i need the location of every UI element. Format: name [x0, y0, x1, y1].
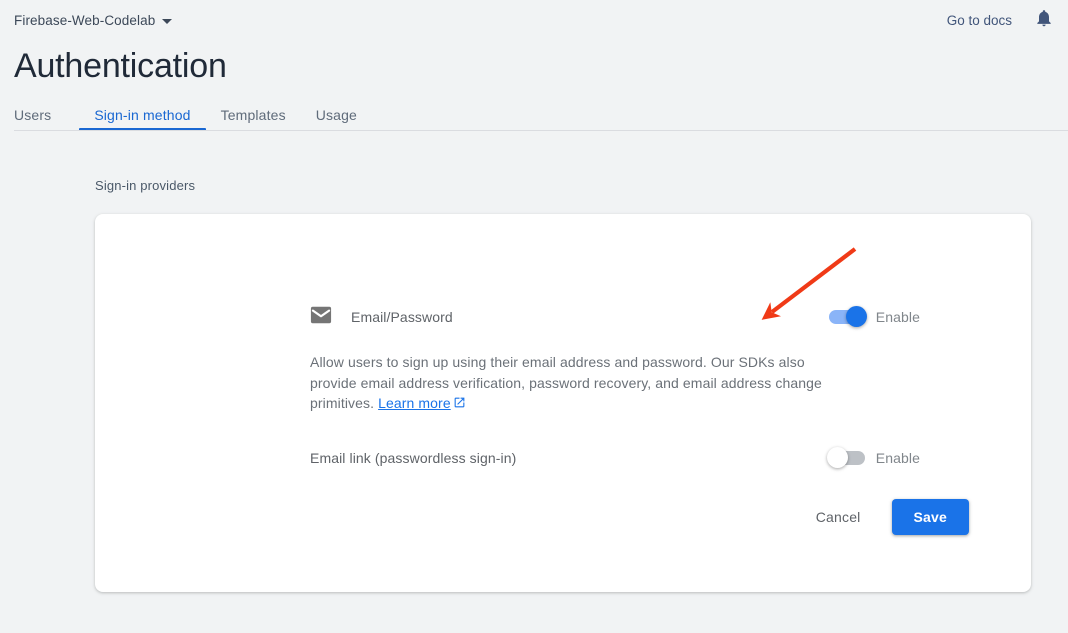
email-password-row: Email/Password Enable [310, 303, 920, 331]
tab-usage[interactable]: Usage [301, 100, 372, 130]
tab-bar: Users Sign-in method Templates Usage [14, 100, 1054, 131]
top-bar-right: Go to docs [947, 8, 1054, 33]
top-bar: Firebase-Web-Codelab Go to docs [0, 0, 1068, 40]
toggle-knob [846, 306, 867, 327]
email-password-provider-name: Email/Password [351, 309, 453, 325]
email-password-enable-label: Enable [876, 309, 920, 325]
email-link-toggle-group: Enable [829, 450, 920, 466]
email-password-description: Allow users to sign up using their email… [310, 352, 825, 415]
toggle-knob [827, 447, 848, 468]
card-actions: Cancel Save [808, 499, 969, 535]
chevron-down-icon [162, 19, 172, 24]
email-link-enable-toggle[interactable] [829, 451, 865, 465]
email-link-row: Email link (passwordless sign-in) Enable [310, 444, 920, 472]
tab-templates[interactable]: Templates [206, 100, 301, 130]
sign-in-providers-card: Email/Password Enable Allow users to sig… [95, 214, 1031, 592]
email-password-toggle-group: Enable [829, 309, 920, 325]
page-title: Authentication [14, 46, 227, 86]
tab-users[interactable]: Users [14, 100, 66, 130]
email-envelope-icon [310, 304, 332, 331]
go-to-docs-link[interactable]: Go to docs [947, 13, 1012, 28]
email-password-enable-toggle[interactable] [829, 310, 865, 324]
project-name: Firebase-Web-Codelab [14, 13, 155, 28]
save-button[interactable]: Save [892, 499, 970, 535]
tab-divider [14, 130, 1068, 131]
sign-in-providers-label: Sign-in providers [95, 178, 195, 193]
notification-bell-icon[interactable] [1034, 8, 1054, 33]
tab-sign-in-method[interactable]: Sign-in method [79, 100, 205, 130]
email-link-enable-label: Enable [876, 450, 920, 466]
cancel-button[interactable]: Cancel [808, 501, 869, 533]
project-switcher[interactable]: Firebase-Web-Codelab [14, 13, 172, 28]
learn-more-link[interactable]: Learn more [378, 395, 451, 411]
email-link-provider-name: Email link (passwordless sign-in) [310, 450, 516, 466]
external-link-icon[interactable] [453, 396, 466, 412]
